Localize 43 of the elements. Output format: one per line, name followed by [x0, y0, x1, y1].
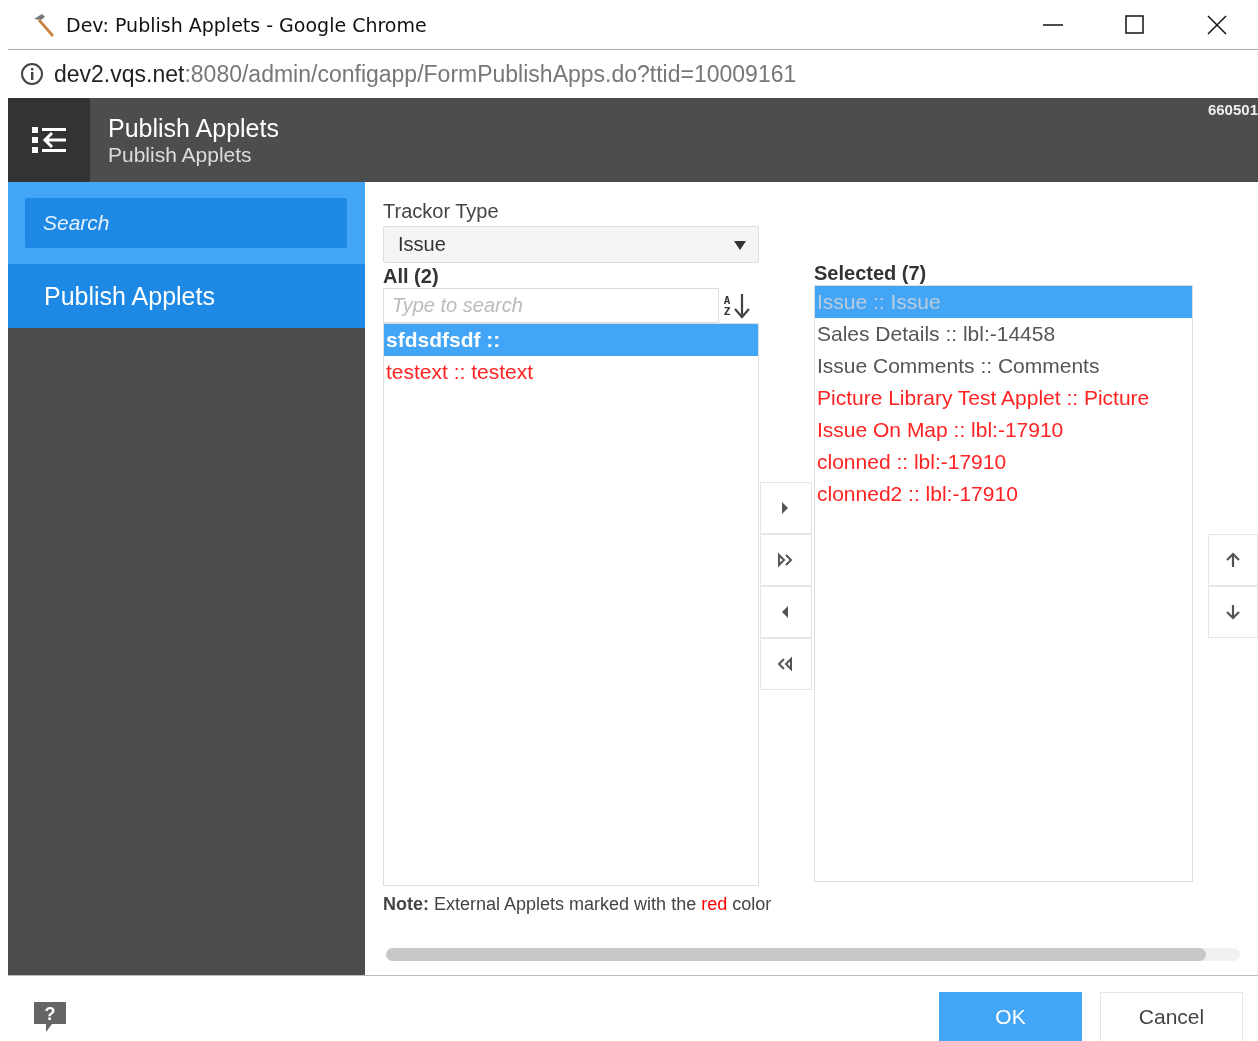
minimize-icon — [1043, 23, 1063, 26]
info-icon[interactable] — [20, 62, 44, 86]
menu-collapse-icon — [32, 125, 66, 155]
arrow-down-icon — [734, 292, 750, 319]
close-icon — [1207, 14, 1227, 35]
list-item[interactable]: Issue On Map :: lbl:-17910 — [815, 414, 1192, 446]
list-heading: Selected (7) — [814, 262, 927, 284]
list-item[interactable]: Picture Library Test Applet :: Picture — [815, 382, 1192, 414]
sidebar-item[interactable]: Publish Applets — [8, 264, 365, 328]
search-field[interactable]: Type to search — [383, 288, 719, 323]
note-text: Note: External Applets marked with the red color — [383, 894, 773, 915]
cancel-button[interactable]: Cancel — [1100, 992, 1243, 1041]
scrollbar-thumb[interactable] — [386, 948, 1206, 961]
remove-all-button[interactable] — [760, 638, 812, 690]
trackor-type-dropdown[interactable]: Issue — [383, 226, 759, 263]
sort-button[interactable]: A Z — [719, 292, 750, 319]
arrow-down-icon — [1225, 604, 1241, 620]
field-label: Trackor Type — [383, 200, 500, 223]
double-chevron-left-icon — [778, 656, 794, 672]
menu-toggle-button[interactable] — [8, 98, 90, 182]
list-item[interactable]: sfdsdfsdf :: — [384, 324, 758, 356]
maximize-icon — [1125, 14, 1145, 35]
dropdown-caret-icon — [734, 239, 746, 250]
move-up-button[interactable] — [1208, 534, 1258, 586]
move-down-button[interactable] — [1208, 586, 1258, 638]
list-item[interactable]: clonned :: lbl:-17910 — [815, 446, 1192, 478]
help-icon[interactable]: ? — [32, 1000, 68, 1034]
list-item[interactable]: Issue Comments :: Comments — [815, 350, 1192, 382]
page-subtitle: Publish Applets — [108, 142, 253, 167]
list-item[interactable]: clonned2 :: lbl:-17910 — [815, 478, 1192, 510]
list-heading: All (2) — [383, 265, 440, 288]
search-field[interactable]: Search — [25, 198, 347, 248]
add-all-button[interactable] — [760, 534, 812, 586]
record-number: 660501 — [1207, 101, 1258, 118]
arrow-up-icon — [1225, 552, 1241, 568]
url-host[interactable]: dev2.vqs.net — [54, 60, 185, 88]
ok-button[interactable]: OK — [939, 992, 1082, 1041]
double-chevron-right-icon — [778, 552, 794, 568]
page-title: Publish Applets — [108, 113, 279, 143]
url-path[interactable]: :8080/admin/configapp/FormPublishApps.do?ttid=10009161 — [184, 60, 797, 88]
window-title: Dev: Publish Applets - Google Chrome — [66, 13, 427, 36]
list-item[interactable]: Sales Details :: lbl:-14458 — [815, 318, 1192, 350]
list-item[interactable]: testext :: testext — [384, 356, 758, 388]
